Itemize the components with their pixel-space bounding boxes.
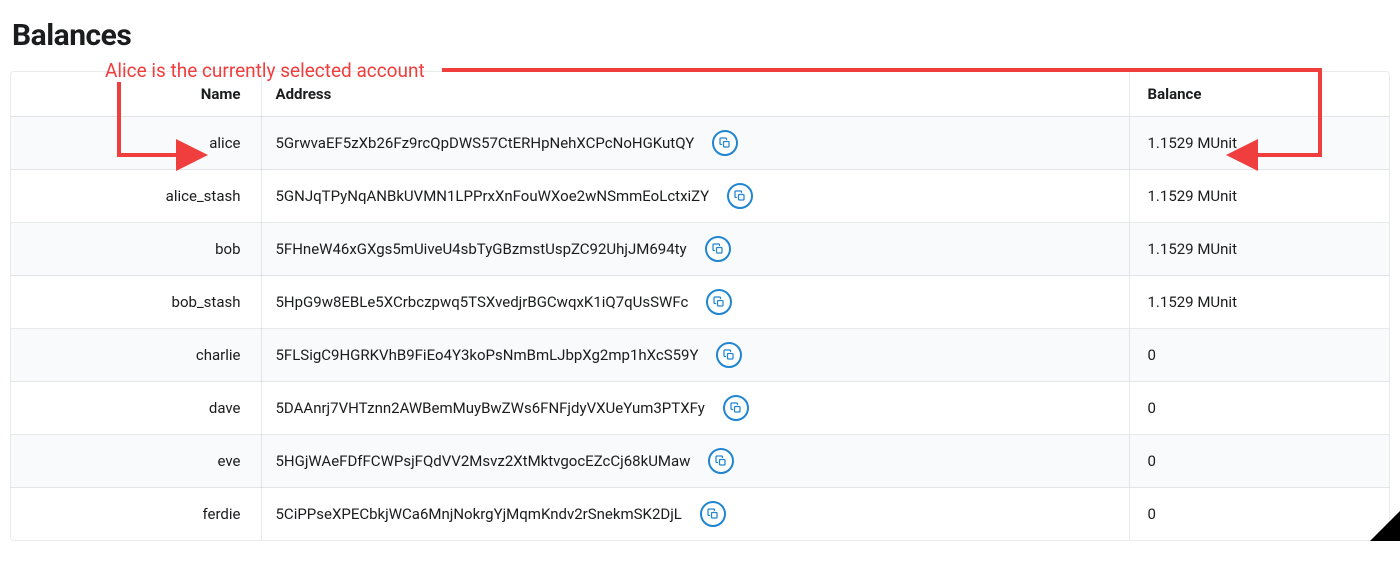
header-address: Address: [261, 72, 1129, 117]
copy-icon: [707, 508, 719, 520]
header-name: Name: [11, 72, 261, 117]
account-address-cell: 5CiPPseXPECbkjWCa6MnjNokrgYjMqmKndv2rSne…: [261, 488, 1129, 541]
corner-decoration: [1370, 511, 1400, 541]
account-balance-cell: 1.1529 MUnit: [1129, 117, 1389, 170]
copy-icon: [719, 137, 731, 149]
account-balance-cell: 0: [1129, 329, 1389, 382]
table-row: dave 5DAAnrj7VHTznn2AWBemMuyBwZWs6FNFjdyV…: [11, 382, 1389, 435]
account-address: 5CiPPseXPECbkjWCa6MnjNokrgYjMqmKndv2rSne…: [276, 505, 682, 523]
copy-address-button[interactable]: [706, 289, 732, 315]
account-name-cell: eve: [11, 435, 261, 488]
account-name-cell: bob_stash: [11, 276, 261, 329]
account-address: 5FHneW46xGXgs5mUiveU4sbTyGBzmstUspZC92Uh…: [276, 240, 687, 258]
account-name-cell: alice: [11, 117, 261, 170]
account-address: 5GNJqTPyNqANBkUVMN1LPPrxXnFouWXoe2wNSmmE…: [276, 187, 710, 205]
account-name-cell: ferdie: [11, 488, 261, 541]
account-balance-cell: 1.1529 MUnit: [1129, 223, 1389, 276]
account-address: 5GrwvaEF5zXb26Fz9rcQpDWS57CtERHpNehXCPcN…: [276, 134, 695, 152]
copy-icon: [734, 190, 746, 202]
account-address: 5FLSigC9HGRKVhB9FiEo4Y3koPsNmBmLJbpXg2mp…: [276, 346, 699, 364]
balances-table: Name Address Balance alice 5GrwvaEF5zXb26…: [11, 72, 1389, 540]
account-address-cell: 5GNJqTPyNqANBkUVMN1LPPrxXnFouWXoe2wNSmmE…: [261, 170, 1129, 223]
copy-address-button[interactable]: [716, 342, 742, 368]
copy-icon: [713, 296, 725, 308]
account-balance-cell: 1.1529 MUnit: [1129, 276, 1389, 329]
table-row: bob 5FHneW46xGXgs5mUiveU4sbTyGBzmstUspZC9…: [11, 223, 1389, 276]
account-address-cell: 5FHneW46xGXgs5mUiveU4sbTyGBzmstUspZC92Uh…: [261, 223, 1129, 276]
account-balance-cell: 1.1529 MUnit: [1129, 170, 1389, 223]
page-title: Balances: [12, 18, 1390, 53]
table-row: alice_stash 5GNJqTPyNqANBkUVMN1LPPrxXnFou…: [11, 170, 1389, 223]
copy-address-button[interactable]: [705, 236, 731, 262]
account-address-cell: 5HpG9w8EBLe5XCrbczpwq5TSXvedjrBGCwqxK1iQ…: [261, 276, 1129, 329]
account-balance-cell: 0: [1129, 382, 1389, 435]
account-name-cell: dave: [11, 382, 261, 435]
copy-address-button[interactable]: [727, 183, 753, 209]
account-balance-cell: 0: [1129, 435, 1389, 488]
copy-icon: [730, 402, 742, 414]
account-address-cell: 5DAAnrj7VHTznn2AWBemMuyBwZWs6FNFjdyVXUeY…: [261, 382, 1129, 435]
copy-address-button[interactable]: [723, 395, 749, 421]
account-balance-cell: 0: [1129, 488, 1389, 541]
copy-icon: [715, 455, 727, 467]
account-name-cell: bob: [11, 223, 261, 276]
copy-address-button[interactable]: [712, 130, 738, 156]
copy-icon: [712, 243, 724, 255]
copy-icon: [723, 349, 735, 361]
account-name-cell: alice_stash: [11, 170, 261, 223]
account-address: 5DAAnrj7VHTznn2AWBemMuyBwZWs6FNFjdyVXUeY…: [276, 399, 705, 417]
header-balance: Balance: [1129, 72, 1389, 117]
table-row: charlie 5FLSigC9HGRKVhB9FiEo4Y3koPsNmBmLJ…: [11, 329, 1389, 382]
account-address-cell: 5HGjWAeFDfFCWPsjFQdVV2Msvz2XtMktvgocEZcC…: [261, 435, 1129, 488]
account-address-cell: 5FLSigC9HGRKVhB9FiEo4Y3koPsNmBmLJbpXg2mp…: [261, 329, 1129, 382]
table-row: alice 5GrwvaEF5zXb26Fz9rcQpDWS57CtERHpNeh…: [11, 117, 1389, 170]
copy-address-button[interactable]: [700, 501, 726, 527]
balances-table-wrap: Name Address Balance alice 5GrwvaEF5zXb26…: [10, 71, 1390, 541]
table-row: eve 5HGjWAeFDfFCWPsjFQdVV2Msvz2XtMktvgocE…: [11, 435, 1389, 488]
account-address-cell: 5GrwvaEF5zXb26Fz9rcQpDWS57CtERHpNehXCPcN…: [261, 117, 1129, 170]
account-address: 5HGjWAeFDfFCWPsjFQdVV2Msvz2XtMktvgocEZcC…: [276, 452, 691, 470]
copy-address-button[interactable]: [708, 448, 734, 474]
table-row: bob_stash 5HpG9w8EBLe5XCrbczpwq5TSXvedjrB…: [11, 276, 1389, 329]
table-row: ferdie 5CiPPseXPECbkjWCa6MnjNokrgYjMqmKnd…: [11, 488, 1389, 541]
account-name-cell: charlie: [11, 329, 261, 382]
account-address: 5HpG9w8EBLe5XCrbczpwq5TSXvedjrBGCwqxK1iQ…: [276, 293, 689, 311]
